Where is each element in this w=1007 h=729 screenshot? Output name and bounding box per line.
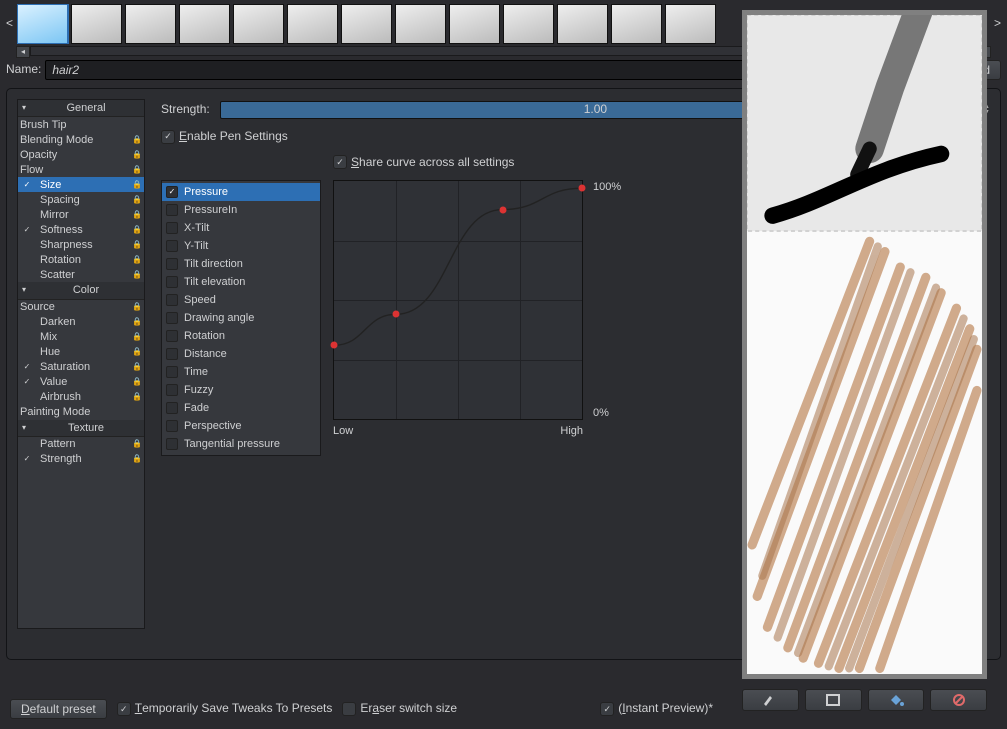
curve-editor[interactable] xyxy=(333,180,583,420)
category-item[interactable]: Opacity🔒 xyxy=(18,147,144,162)
category-list[interactable]: ▾GeneralBrush TipBlending Mode🔒Opacity🔒F… xyxy=(17,99,145,629)
sensor-item[interactable]: Speed xyxy=(162,291,320,309)
category-item[interactable]: Mirror🔒 xyxy=(18,207,144,222)
curve-point[interactable] xyxy=(331,342,338,349)
preset-thumb[interactable] xyxy=(395,4,446,44)
category-item[interactable]: Darken🔒 xyxy=(18,315,144,330)
preset-thumb[interactable] xyxy=(287,4,338,44)
sensor-item[interactable]: Tilt direction xyxy=(162,255,320,273)
category-header[interactable]: ▾Color xyxy=(18,282,144,299)
curve-y-min: 0% xyxy=(593,406,629,420)
category-item[interactable]: Softness🔒 xyxy=(18,222,144,237)
scroll-left[interactable]: ◂ xyxy=(16,46,30,58)
category-item[interactable]: Rotation🔒 xyxy=(18,252,144,267)
category-item[interactable]: Hue🔒 xyxy=(18,345,144,360)
sensor-item[interactable]: Perspective xyxy=(162,417,320,435)
name-label: Name: xyxy=(6,62,41,78)
preview-clear-button[interactable] xyxy=(930,689,987,711)
checkbox-icon xyxy=(333,155,347,169)
sensor-item[interactable]: Tilt elevation xyxy=(162,273,320,291)
brush-preview xyxy=(742,10,987,679)
sensor-item[interactable]: Fuzzy xyxy=(162,381,320,399)
category-item[interactable]: Source🔒 xyxy=(18,300,144,315)
category-item[interactable]: Scatter🔒 xyxy=(18,267,144,282)
preset-thumb[interactable] xyxy=(611,4,662,44)
sensor-item[interactable]: X-Tilt xyxy=(162,219,320,237)
sensor-item[interactable]: Pressure xyxy=(162,183,320,201)
curve-point[interactable] xyxy=(579,185,586,192)
sensor-item[interactable]: Rotation xyxy=(162,327,320,345)
category-item[interactable]: Saturation🔒 xyxy=(18,360,144,375)
sensor-item[interactable]: Y-Tilt xyxy=(162,237,320,255)
temp-save-checkbox[interactable]: Temporarily Save Tweaks To Presets xyxy=(117,701,333,717)
category-item[interactable]: Size🔒 xyxy=(18,177,144,192)
category-item[interactable]: Painting Mode xyxy=(18,405,144,420)
category-item[interactable]: Airbrush🔒 xyxy=(18,390,144,405)
eraser-switch-checkbox[interactable]: Eraser switch size xyxy=(342,701,457,717)
sensor-item[interactable]: Distance xyxy=(162,345,320,363)
preview-bucket-button[interactable] xyxy=(868,689,925,711)
category-item[interactable]: Strength🔒 xyxy=(18,452,144,467)
sensor-item[interactable]: Tangential pressure xyxy=(162,435,320,453)
preset-thumb[interactable] xyxy=(17,4,68,44)
sensor-item[interactable]: Drawing angle xyxy=(162,309,320,327)
sensor-item[interactable]: Time xyxy=(162,363,320,381)
preview-brush-button[interactable] xyxy=(742,689,799,711)
sensor-item[interactable]: PressureIn xyxy=(162,201,320,219)
category-item[interactable]: Value🔒 xyxy=(18,375,144,390)
instant-preview-checkbox[interactable]: (Instant Preview)* xyxy=(600,701,713,717)
sensor-list[interactable]: PressurePressureInX-TiltY-TiltTilt direc… xyxy=(161,180,321,456)
category-item[interactable]: Mix🔒 xyxy=(18,330,144,345)
preset-thumb[interactable] xyxy=(557,4,608,44)
strength-label: Strength: xyxy=(161,102,210,118)
category-item[interactable]: Brush Tip xyxy=(18,117,144,132)
preset-thumb[interactable] xyxy=(341,4,392,44)
default-preset-button[interactable]: Default preset xyxy=(10,699,107,719)
preset-thumb[interactable] xyxy=(125,4,176,44)
sensor-item[interactable]: Fade xyxy=(162,399,320,417)
preset-thumb[interactable] xyxy=(449,4,500,44)
preset-name-input[interactable] xyxy=(45,60,821,80)
category-header[interactable]: ▾Texture xyxy=(18,420,144,437)
presets-prev[interactable]: < xyxy=(6,16,13,32)
category-item[interactable]: Pattern🔒 xyxy=(18,437,144,452)
curve-x-min: Low xyxy=(333,424,353,438)
preset-thumb[interactable] xyxy=(665,4,716,44)
curve-x-max: High xyxy=(560,424,583,438)
curve-point[interactable] xyxy=(499,206,506,213)
category-header[interactable]: ▾General xyxy=(18,100,144,117)
preset-thumb[interactable] xyxy=(71,4,122,44)
preset-thumb[interactable] xyxy=(233,4,284,44)
preset-thumb[interactable] xyxy=(179,4,230,44)
category-item[interactable]: Flow🔒 xyxy=(18,162,144,177)
category-item[interactable]: Spacing🔒 xyxy=(18,192,144,207)
preview-rect-button[interactable] xyxy=(805,689,862,711)
curve-point[interactable] xyxy=(393,311,400,318)
category-item[interactable]: Blending Mode🔒 xyxy=(18,132,144,147)
category-item[interactable]: Sharpness🔒 xyxy=(18,237,144,252)
share-curve-checkbox[interactable]: Share curve across all settings xyxy=(333,155,514,171)
preset-thumb[interactable] xyxy=(503,4,554,44)
checkbox-icon xyxy=(161,130,175,144)
curve-y-max: 100% xyxy=(593,180,629,194)
